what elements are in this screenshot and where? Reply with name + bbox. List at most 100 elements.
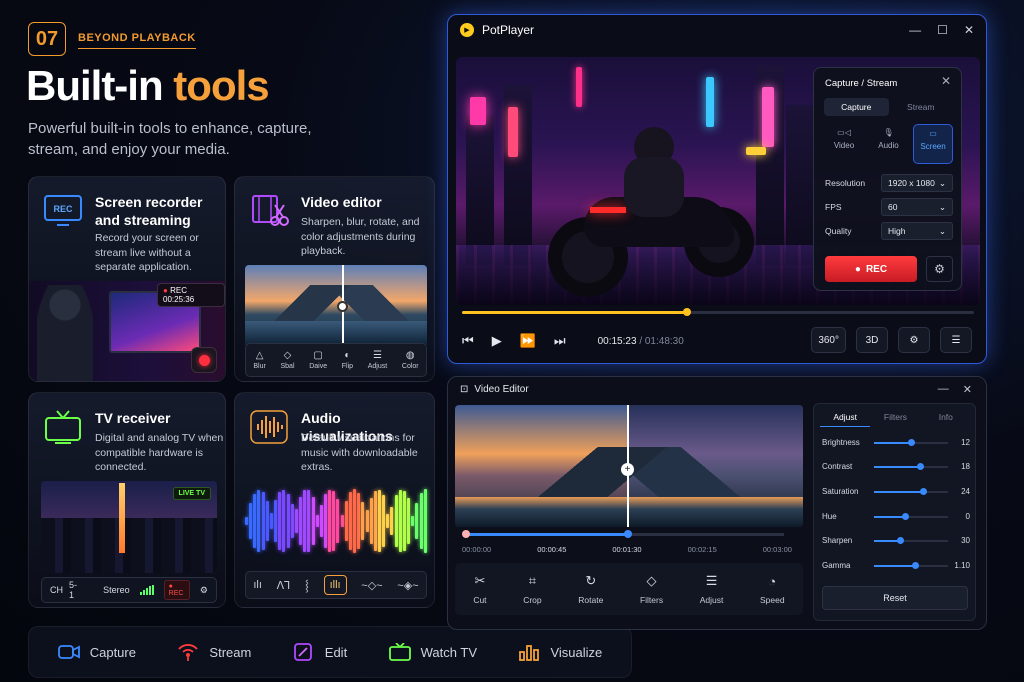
mode-audio[interactable]: 🎙︎ Audio [869, 124, 909, 164]
title-main: Built-in [26, 62, 164, 109]
slider-track[interactable] [874, 462, 948, 470]
tool-flip[interactable]: ◐ Flip [342, 350, 353, 370]
viz-style-6-icon[interactable]: ~◈~ [397, 579, 418, 592]
feature-visualize[interactable]: Visualize [518, 643, 602, 661]
skip-forward-icon[interactable]: ⏭ [554, 333, 566, 349]
viz-style-5-icon[interactable]: ~◇~ [361, 579, 382, 592]
spectrum-bar [278, 491, 282, 551]
tool-sbal[interactable]: ◇ Sbal [280, 350, 294, 370]
editor-preview[interactable]: + [455, 405, 803, 527]
feature-edit[interactable]: Edit [293, 643, 347, 661]
tool-crop[interactable]: ⌗ Crop [523, 573, 541, 605]
person-silhouette [37, 285, 93, 381]
close-button[interactable]: ✕ [964, 23, 974, 37]
slider-row-hue: Hue 0 [822, 512, 970, 521]
card-video-editor[interactable]: Video editor Sharpen, blur, rotate, and … [234, 176, 435, 382]
tool-daive[interactable]: ▢ Daive [309, 350, 327, 370]
mode-video[interactable]: ▭◁ Video [824, 124, 864, 164]
adjust-tabs: Adjust Filters Info [820, 408, 971, 427]
spectrum-bar [315, 515, 319, 527]
spectrum-bar [373, 490, 377, 552]
crop-icon: ⌗ [528, 573, 537, 588]
sliders-icon: ☰ [373, 350, 382, 361]
tool-blur[interactable]: △ Blur [253, 350, 265, 370]
close-button[interactable]: ✕ [963, 383, 972, 396]
seek-bar[interactable] [462, 308, 974, 316]
vr360-button[interactable]: 360° [811, 327, 846, 353]
chevron-down-icon: ⌄ [938, 225, 946, 236]
resolution-select[interactable]: 1920 x 1080 ⌄ [881, 174, 953, 192]
editor-toolbar: ✂ Cut ⌗ Crop ↻ Rotate ◇ Filters ☰ Adjust ◔ Spe… [455, 563, 803, 615]
slider-value: 0 [965, 512, 970, 521]
compare-handle[interactable]: + [621, 463, 634, 476]
tv-rec-button[interactable]: ● REC [163, 580, 190, 600]
slider-row-brightness: Brightness 12 [822, 438, 970, 447]
split-handle[interactable] [337, 301, 348, 312]
tab-stream[interactable]: Stream [889, 98, 954, 116]
tool-rotate[interactable]: ↻ Rotate [578, 573, 603, 605]
fps-select[interactable]: 60 ⌄ [881, 198, 953, 216]
spectrum-bar [419, 492, 423, 550]
slider-track[interactable] [874, 438, 948, 446]
gear-icon[interactable]: ⚙ [200, 585, 208, 596]
card-audio-visualizations[interactable]: Audio visualizations Default visualizati… [234, 392, 435, 608]
motorcycle-rider [544, 127, 754, 305]
fast-forward-icon[interactable]: ⏩ [520, 333, 536, 349]
tool-adjust[interactable]: ☰ Adjust [700, 573, 724, 605]
spectrum-bar [274, 500, 278, 542]
tool-color[interactable]: ◍ Color [402, 350, 419, 370]
tab-filters[interactable]: Filters [870, 408, 920, 427]
quality-select[interactable]: High ⌄ [881, 222, 953, 240]
card-tv-receiver[interactable]: TV receiver Digital and analog TV when c… [28, 392, 226, 608]
section-number: 07 [28, 22, 66, 56]
spectrum-bar [369, 498, 373, 544]
minimize-button[interactable]: — [909, 23, 921, 37]
tab-capture[interactable]: Capture [824, 98, 889, 116]
feature-watch-tv[interactable]: Watch TV [388, 643, 477, 661]
tool-speed[interactable]: ◔ Speed [760, 574, 785, 605]
tool-cut[interactable]: ✂ Cut [473, 573, 486, 605]
bars-icon [518, 643, 540, 661]
viz-style-3-icon[interactable]: ⸾ [305, 578, 309, 593]
playlist-icon[interactable]: ☰ [940, 327, 972, 353]
slider-row-gamma: Gamma 1.10 [822, 561, 970, 570]
slider-track[interactable] [874, 561, 948, 569]
triangle-icon: △ [255, 350, 264, 361]
feature-stream[interactable]: Stream [177, 643, 251, 661]
quality-row: Quality High ⌄ [825, 222, 953, 240]
skip-back-icon[interactable]: ⏮ [462, 333, 474, 349]
settings-gear-icon[interactable]: ⚙ [898, 327, 930, 353]
slider-track[interactable] [874, 536, 948, 544]
3d-button[interactable]: 3D [856, 327, 888, 353]
settings-gear-icon[interactable]: ⚙ [926, 256, 953, 282]
tool-filters[interactable]: ◇ Filters [640, 573, 663, 605]
feature-capture[interactable]: Capture [57, 643, 136, 661]
capture-tabs: Capture Stream [824, 98, 953, 116]
play-icon[interactable]: ▶ [492, 333, 502, 349]
slider-track[interactable] [874, 487, 948, 495]
tab-info[interactable]: Info [921, 408, 971, 427]
maximize-button[interactable]: ☐ [937, 23, 948, 37]
tab-adjust[interactable]: Adjust [820, 408, 871, 427]
spectrum-bar [398, 489, 402, 553]
rec-button[interactable]: ● REC [825, 256, 917, 282]
card-desc: Digital and analog TV when compatible ha… [95, 432, 224, 473]
mode-screen[interactable]: ▭ Screen [913, 124, 953, 164]
record-button[interactable] [191, 347, 217, 373]
tool-adjust[interactable]: ☰ Adjust [368, 350, 387, 370]
minimize-button[interactable]: — [938, 383, 949, 396]
reset-button[interactable]: Reset [822, 586, 968, 610]
spectrum-bar [286, 494, 290, 548]
viz-style-1-icon[interactable]: ılı [253, 579, 262, 591]
spectrum-bar [290, 503, 294, 539]
adjust-panel: Adjust Filters Info Brightness 12 Contrast… [813, 403, 976, 621]
close-icon[interactable]: ✕ [941, 74, 951, 88]
slider-track[interactable] [874, 512, 948, 520]
editor-timeline[interactable] [462, 530, 784, 538]
viz-style-4-icon[interactable]: ıllı [323, 575, 347, 595]
page-title: Built-in tools [26, 62, 270, 110]
viz-style-2-icon[interactable]: ᐱ⅂ [277, 579, 291, 592]
rotate-icon: ↻ [585, 573, 597, 588]
film-scissors-icon [247, 191, 291, 231]
card-screen-recorder[interactable]: REC Screen recorder and streaming Record… [28, 176, 226, 382]
